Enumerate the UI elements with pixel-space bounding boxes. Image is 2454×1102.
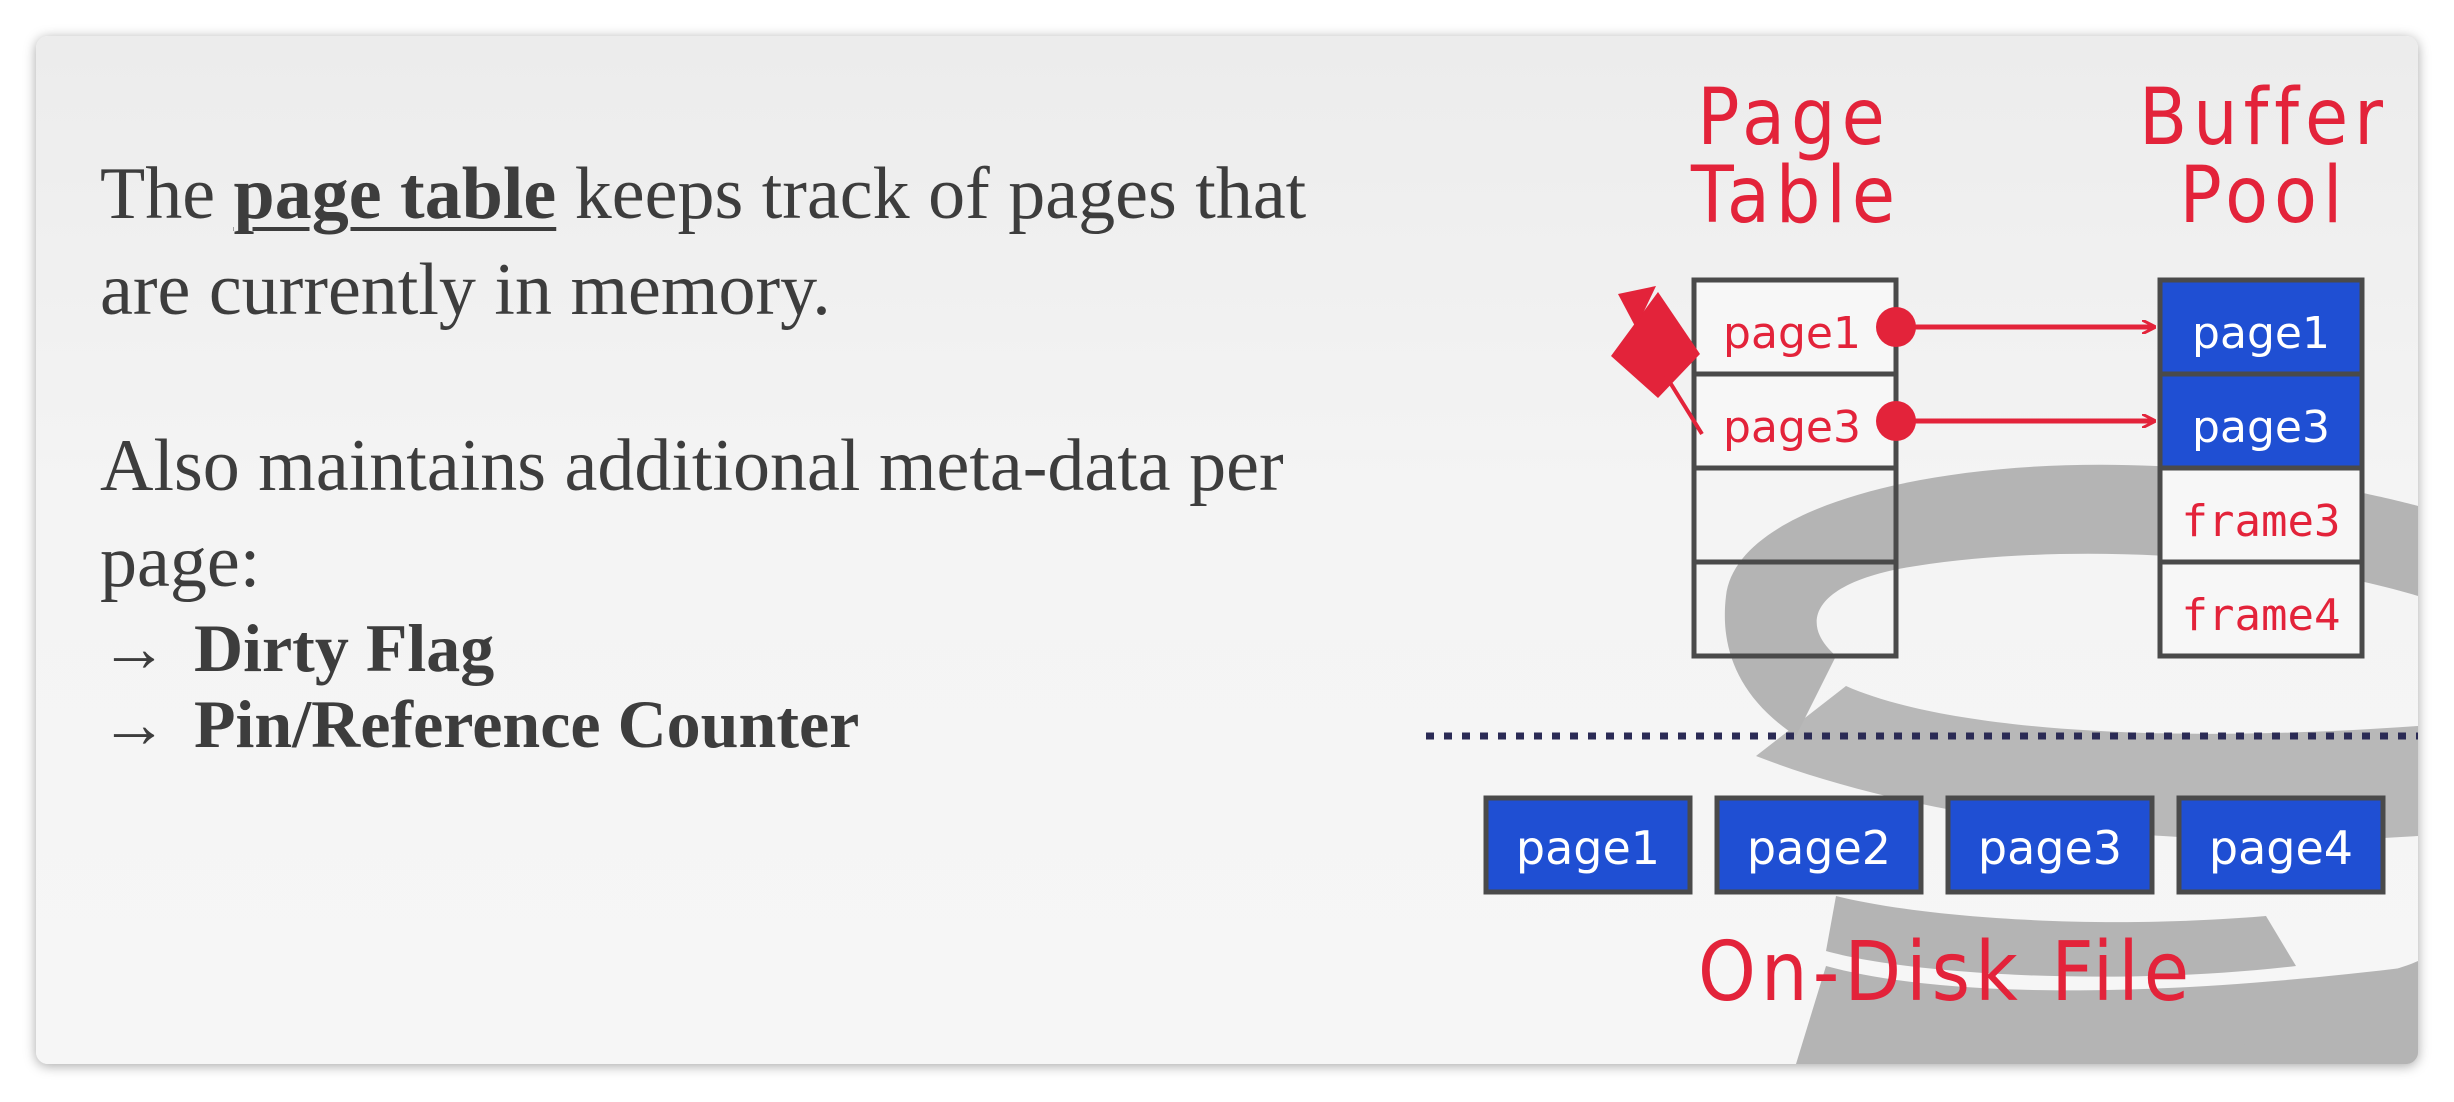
page-table-pointers <box>1876 307 2154 441</box>
disk-page-label: page3 <box>1978 821 2122 875</box>
disk-page-label: page2 <box>1747 821 1891 875</box>
buffer-pool-frame-label: page1 <box>2192 308 2330 359</box>
page-table-entry <box>1691 559 1899 659</box>
buffer-pool-diagram: Page Table Buffer Pool page1 page3 page1… <box>1426 73 2418 1020</box>
on-disk-file: page1 page2 page3 page4 On-Disk File <box>1483 795 2386 1020</box>
buffer-pool-frame-label: page3 <box>2192 402 2330 453</box>
page-table: page1 page3 <box>1691 277 1899 659</box>
page-table-title-line2: Table <box>1690 151 1901 241</box>
disk-page-label: page1 <box>1516 821 1660 875</box>
page-table-entry <box>1691 465 1899 565</box>
buffer-pool-title-line2: Pool <box>2180 151 2349 241</box>
slide: The page table keeps track of pages that… <box>36 36 2418 1064</box>
buffer-pool: page1 page3 frame3 frame4 <box>2157 277 2365 659</box>
buffer-pool-title-line1: Buffer <box>2139 73 2389 163</box>
disk-page-label: page4 <box>2209 821 2353 875</box>
page-table-title-line1: Page <box>1697 73 1891 163</box>
page-table-entry-label: page3 <box>1723 402 1861 453</box>
page-table-entry-label: page1 <box>1723 308 1861 359</box>
buffer-pool-frame-label: frame4 <box>2182 590 2341 641</box>
pin-icon <box>1611 286 1704 436</box>
on-disk-file-label: On-Disk File <box>1698 925 2194 1020</box>
buffer-pool-frame-label: frame3 <box>2182 496 2341 547</box>
